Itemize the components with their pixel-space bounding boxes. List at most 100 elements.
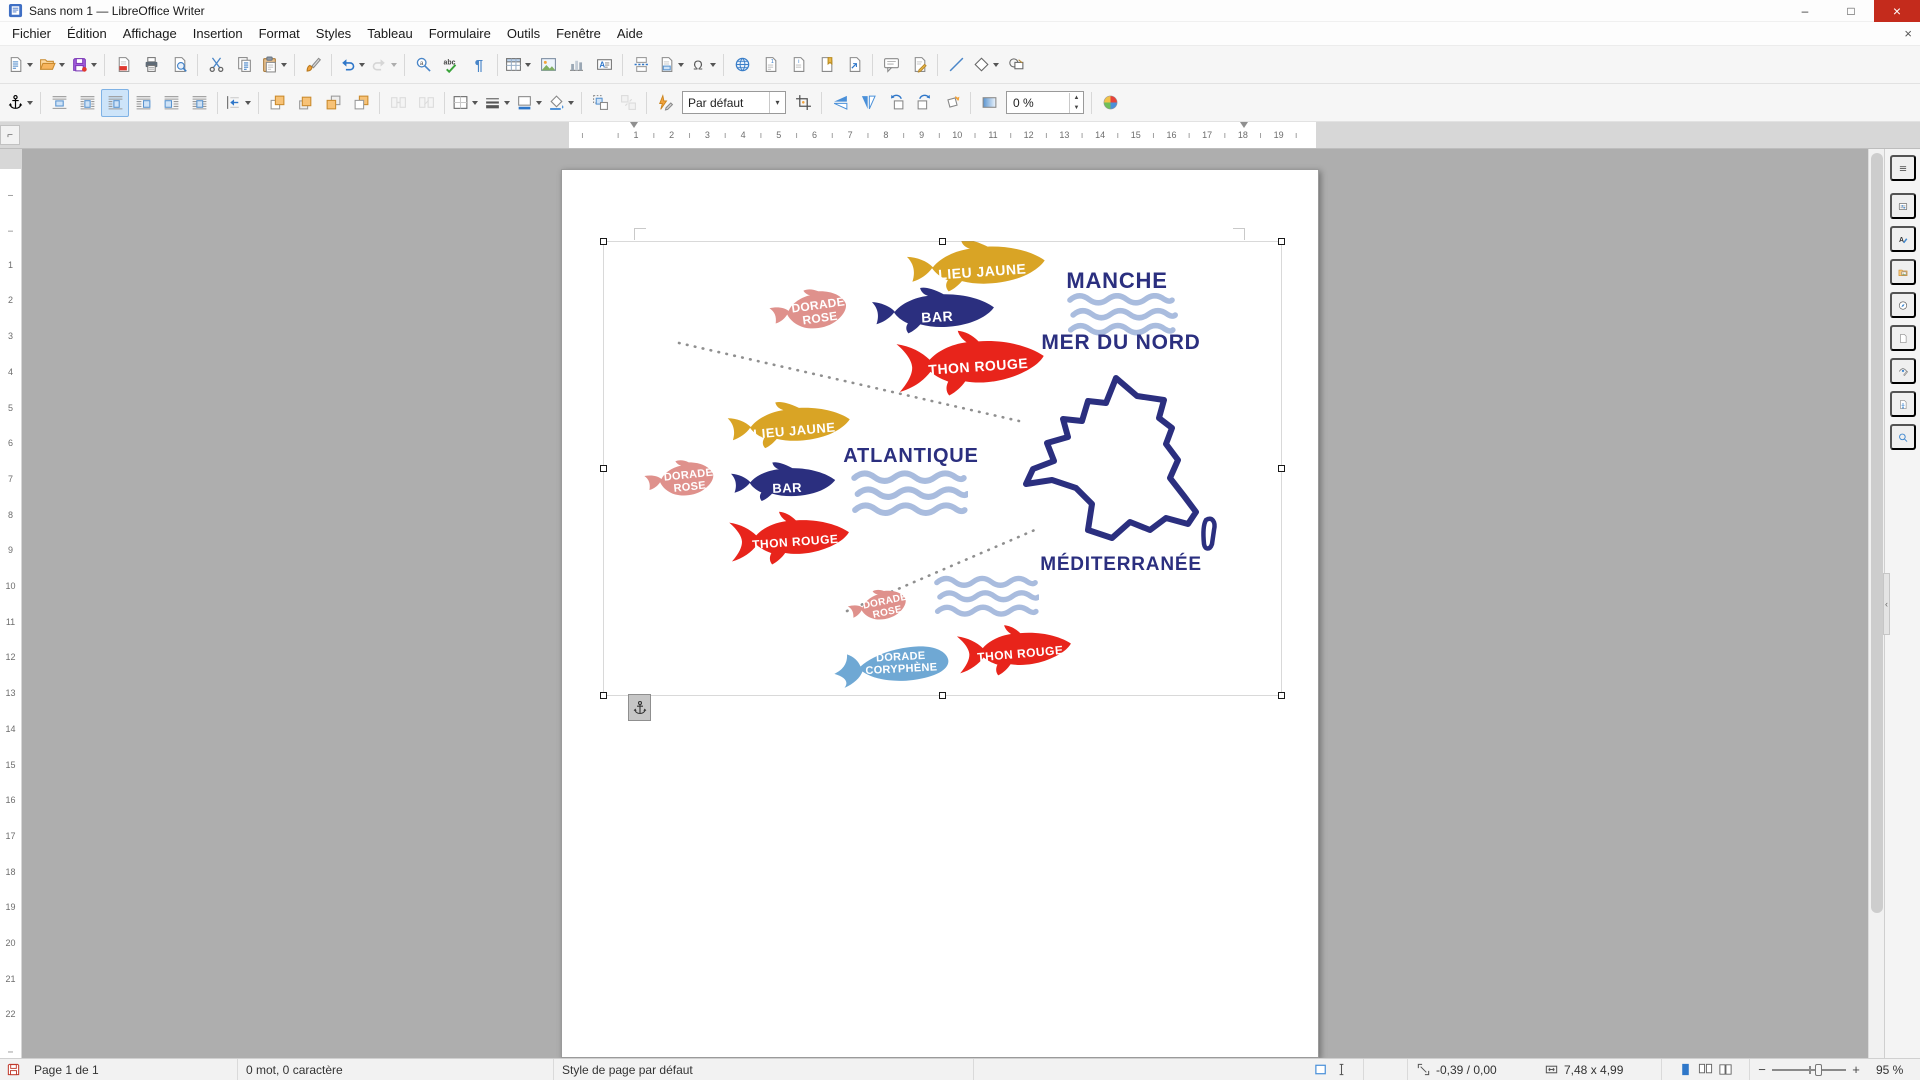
insert-image-button[interactable] (534, 51, 562, 79)
border-color-button[interactable] (513, 89, 545, 117)
signature-status[interactable] (1364, 1059, 1408, 1080)
send-backward-button[interactable] (319, 89, 347, 117)
sidebar-tab-find[interactable] (1890, 424, 1916, 450)
selection-handle-bottom-center[interactable] (939, 692, 946, 699)
tab-stop-selector[interactable]: ⌐ (0, 125, 20, 145)
menu-fichier[interactable]: Fichier (4, 22, 59, 45)
draw-functions-button[interactable] (1002, 51, 1030, 79)
document-page[interactable]: MANCHEMER DU NORDATLANTIQUEMÉDITERRANÉEL… (561, 169, 1319, 1058)
zoom-in-icon[interactable]: + (1850, 1062, 1862, 1077)
insert-table-button[interactable] (502, 51, 534, 79)
vertical-scrollbar[interactable] (1868, 149, 1884, 1058)
special-character-button[interactable]: Ω (687, 51, 719, 79)
wrap-parallel-button[interactable] (73, 89, 101, 117)
dropdown-caret-icon[interactable] (525, 63, 531, 67)
hyperlink-button[interactable] (728, 51, 756, 79)
selection-handle-bottom-right[interactable] (1278, 692, 1285, 699)
scrollbar-thumb[interactable] (1871, 153, 1883, 913)
page-count[interactable]: Page 1 de 1 (26, 1059, 238, 1080)
track-changes-button[interactable] (905, 51, 933, 79)
rotate-left-button[interactable] (882, 89, 910, 117)
dropdown-caret-icon[interactable] (91, 63, 97, 67)
zoom-out-icon[interactable]: − (1756, 1062, 1768, 1077)
selection-mode[interactable] (1306, 1059, 1364, 1080)
sidebar-tab-accessibility-check[interactable] (1890, 391, 1916, 417)
flip-horizontal-button[interactable] (854, 89, 882, 117)
vertical-ruler[interactable]: 12345678910111213141516171819202122 (0, 149, 22, 1058)
print-preview-button[interactable] (165, 51, 193, 79)
spinner-arrows-icon[interactable]: ▲▼ (1069, 93, 1083, 113)
sidebar-tab-page[interactable] (1890, 325, 1916, 351)
insert-chart-button[interactable] (562, 51, 590, 79)
selection-handle-top-left[interactable] (600, 238, 607, 245)
clone-formatting-button[interactable] (299, 51, 327, 79)
menu-styles[interactable]: Styles (308, 22, 359, 45)
cut-button[interactable] (202, 51, 230, 79)
insert-comment-button[interactable] (877, 51, 905, 79)
menu-aide[interactable]: Aide (609, 22, 651, 45)
bring-to-front-button[interactable] (263, 89, 291, 117)
dropdown-caret-icon[interactable] (391, 63, 397, 67)
selection-handle-top-right[interactable] (1278, 238, 1285, 245)
close-window-button[interactable]: × (1874, 0, 1920, 22)
dropdown-caret-icon[interactable] (568, 101, 574, 105)
wrap-optimal-button[interactable] (101, 89, 129, 117)
dropdown-caret-icon[interactable] (536, 101, 542, 105)
color-settings-button[interactable] (1096, 89, 1124, 117)
dropdown-caret-icon[interactable] (27, 63, 33, 67)
minimize-window-button[interactable]: – (1782, 0, 1828, 22)
rotate-button[interactable] (938, 89, 966, 117)
menu-insertion[interactable]: Insertion (185, 22, 251, 45)
undo-button[interactable] (336, 51, 368, 79)
maximize-window-button[interactable]: □ (1828, 0, 1874, 22)
menu-formulaire[interactable]: Formulaire (421, 22, 499, 45)
dropdown-caret-icon[interactable] (678, 63, 684, 67)
wrap-off-button[interactable] (45, 89, 73, 117)
save-button[interactable] (68, 51, 100, 79)
align-objects-button[interactable] (222, 89, 254, 117)
page-style[interactable]: Style de page par défaut (554, 1059, 974, 1080)
cross-reference-button[interactable] (840, 51, 868, 79)
insert-bookmark-button[interactable] (812, 51, 840, 79)
copy-button[interactable] (230, 51, 258, 79)
sidebar-tab-sidebar-menu[interactable] (1890, 155, 1916, 181)
insert-field-button[interactable] (655, 51, 687, 79)
dropdown-caret-icon[interactable] (504, 101, 510, 105)
paste-button[interactable] (258, 51, 290, 79)
anchor-button[interactable] (4, 89, 36, 117)
zoom-level[interactable]: 95 % (1868, 1059, 1920, 1080)
unlink-frames-button[interactable] (412, 89, 440, 117)
sidebar-tab-properties[interactable] (1890, 193, 1916, 219)
dropdown-caret-icon[interactable] (359, 63, 365, 67)
bring-forward-button[interactable] (291, 89, 319, 117)
menu-fenetre[interactable]: Fenêtre (548, 22, 609, 45)
borders-button[interactable] (449, 89, 481, 117)
sidebar-hide-handle[interactable]: ‹ (1883, 573, 1890, 635)
zoom-thumb[interactable] (1815, 1064, 1822, 1076)
dropdown-caret-icon[interactable] (472, 101, 478, 105)
image-filter-button[interactable] (651, 89, 679, 117)
wrap-after-button[interactable] (157, 89, 185, 117)
insert-line-button[interactable] (942, 51, 970, 79)
wrap-before-button[interactable] (129, 89, 157, 117)
sidebar-tab-style-inspector[interactable] (1890, 358, 1916, 384)
formatting-marks-button[interactable]: ¶ (465, 51, 493, 79)
dropdown-caret-icon[interactable] (59, 63, 65, 67)
anchor-marker[interactable] (628, 694, 651, 721)
zoom-slider[interactable]: − + (1750, 1059, 1868, 1080)
insert-footnote-button[interactable]: 1 (756, 51, 784, 79)
transparency-button[interactable] (975, 89, 1003, 117)
export-pdf-button[interactable] (109, 51, 137, 79)
new-document-button[interactable] (4, 51, 36, 79)
page-break-button[interactable] (627, 51, 655, 79)
ungroup-button[interactable] (614, 89, 642, 117)
menu-tableau[interactable]: Tableau (359, 22, 421, 45)
menu-format[interactable]: Format (251, 22, 308, 45)
selection-handle-top-center[interactable] (939, 238, 946, 245)
dropdown-caret-icon[interactable] (245, 101, 251, 105)
spelling-button[interactable]: abc (437, 51, 465, 79)
crop-button[interactable] (789, 89, 817, 117)
menu-edition[interactable]: Édition (59, 22, 115, 45)
area-color-button[interactable] (545, 89, 577, 117)
group-button[interactable] (586, 89, 614, 117)
